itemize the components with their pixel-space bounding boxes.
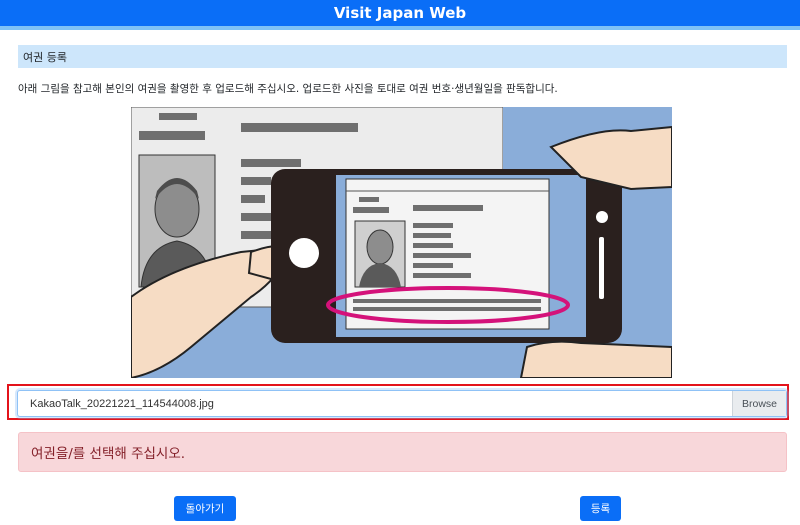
passport-photo-guide-illustration: [130, 106, 673, 380]
selected-file-name[interactable]: KakaoTalk_20221221_114544008.jpg: [18, 391, 732, 416]
passport-file-input[interactable]: KakaoTalk_20221221_114544008.jpg Browse: [17, 390, 787, 417]
back-button[interactable]: 돌아가기: [174, 496, 236, 521]
browse-button[interactable]: Browse: [732, 391, 786, 416]
app-title: Visit Japan Web: [333, 4, 467, 22]
validation-alert: 여권을/를 선택해 주십시오.: [18, 432, 787, 472]
register-button[interactable]: 등록: [580, 496, 621, 521]
section-header: 여권 등록: [18, 45, 787, 68]
alert-message: 여권을/를 선택해 주십시오.: [31, 446, 186, 462]
section-title: 여권 등록: [23, 50, 67, 64]
instruction-text: 아래 그림을 참고해 본인의 여권을 촬영한 후 업로드해 주십시오. 업로드한…: [18, 83, 558, 95]
app-header: Visit Japan Web: [0, 0, 800, 30]
